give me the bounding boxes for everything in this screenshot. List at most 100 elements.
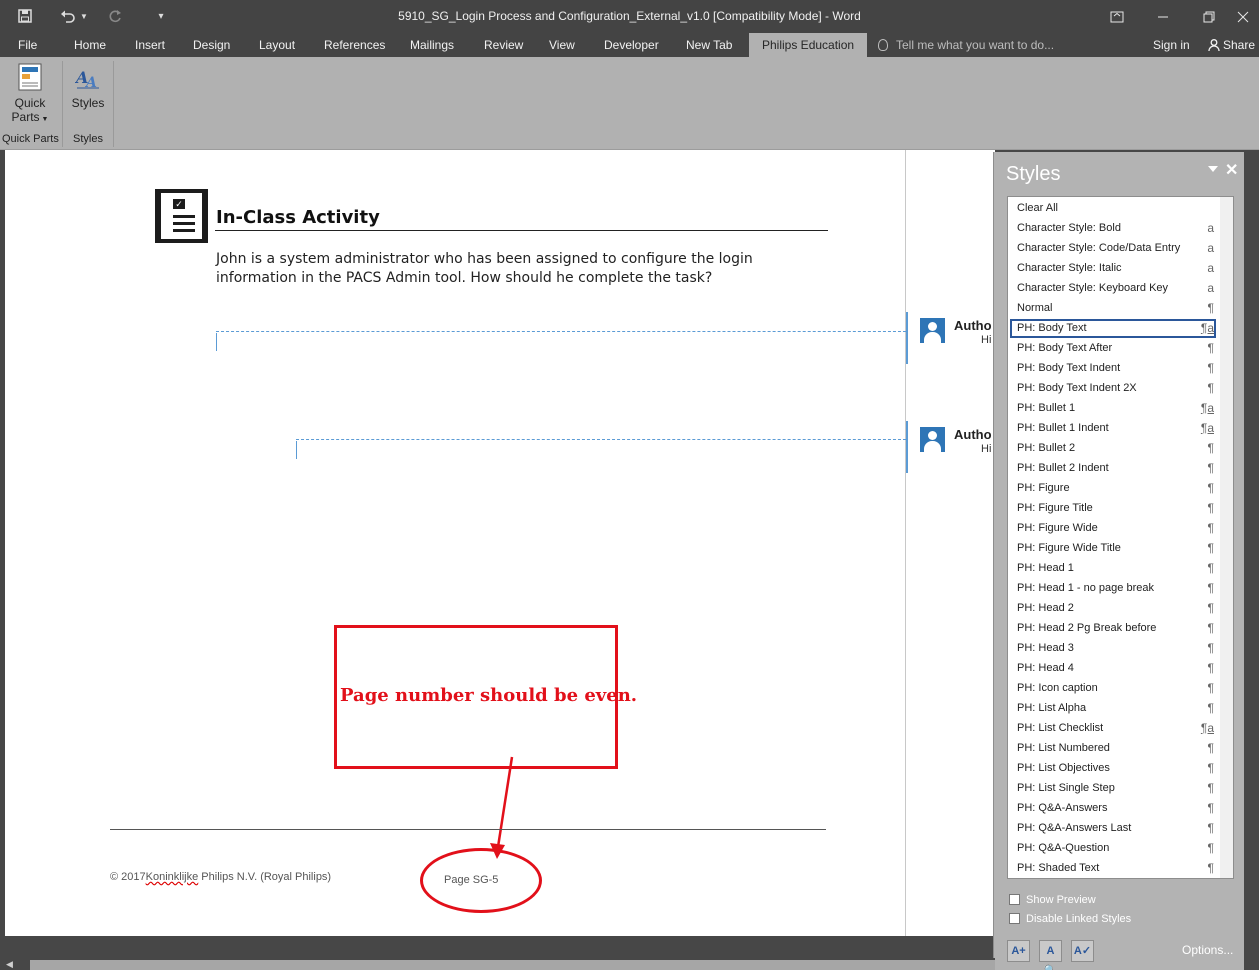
paragraph-style-icon: ¶ <box>1207 541 1214 555</box>
style-list-item[interactable]: PH: Q&A-Answers ¶ <box>1010 799 1216 818</box>
style-list-item[interactable]: Normal ¶ <box>1010 299 1216 318</box>
disable-linked-styles-checkbox[interactable]: Disable Linked Styles <box>1009 913 1131 925</box>
scroll-left-icon[interactable]: ◀ <box>6 959 13 970</box>
styles-options-link[interactable]: Options... <box>1182 943 1233 957</box>
style-inspector-icon[interactable]: A🔍 <box>1039 940 1062 970</box>
avatar-icon <box>920 318 945 343</box>
style-list-item[interactable]: PH: Body Text Indent 2X ¶ <box>1010 379 1216 398</box>
style-list-item[interactable]: Character Style: Code/Data Entry a <box>1010 239 1216 258</box>
style-list-item[interactable]: PH: Head 4 ¶ <box>1010 659 1216 678</box>
minimize-icon[interactable] <box>1140 0 1186 33</box>
share-button[interactable]: Share <box>1200 33 1259 57</box>
horizontal-scrollbar[interactable]: ◀ <box>0 958 995 970</box>
style-list-item[interactable]: PH: Q&A-Question ¶ <box>1010 839 1216 858</box>
paragraph-style-icon: ¶ <box>1207 441 1214 455</box>
style-list-item[interactable]: PH: Body Text ¶a <box>1010 319 1216 338</box>
tab-philips-education[interactable]: Philips Education <box>749 33 868 57</box>
style-name: PH: Q&A-Answers <box>1017 802 1108 814</box>
ribbon-tabs: File Home Insert Design Layout Reference… <box>0 33 1259 57</box>
style-list-item[interactable]: PH: Icon caption ¶ <box>1010 679 1216 698</box>
comment-balloon[interactable]: Autho Hi <box>906 421 995 473</box>
style-name: PH: Head 1 <box>1017 562 1074 574</box>
tab-insert[interactable]: Insert <box>127 33 173 57</box>
style-name: PH: Figure <box>1017 482 1070 494</box>
paragraph-style-icon: ¶ <box>1207 741 1214 755</box>
style-list-item[interactable]: PH: Bullet 2 Indent ¶ <box>1010 459 1216 478</box>
style-list-item[interactable]: PH: Body Text Indent ¶ <box>1010 359 1216 378</box>
show-preview-checkbox[interactable]: Show Preview <box>1009 894 1096 906</box>
style-list-item[interactable]: PH: Figure Wide ¶ <box>1010 519 1216 538</box>
ribbon: Quick Parts ▼ Quick Parts AA Styles Styl… <box>0 57 1259 150</box>
style-name: PH: Body Text After <box>1017 342 1113 354</box>
tab-view[interactable]: View <box>541 33 583 57</box>
style-list-item[interactable]: PH: Head 2 Pg Break before ¶ <box>1010 619 1216 638</box>
style-list-item[interactable]: PH: Bullet 1 ¶a <box>1010 399 1216 418</box>
style-name: PH: List Alpha <box>1017 702 1087 714</box>
scrollbar-thumb[interactable] <box>30 960 995 970</box>
quick-parts-icon <box>17 63 43 91</box>
style-list-item[interactable]: PH: Head 1 - no page break ¶ <box>1010 579 1216 598</box>
style-list-item[interactable]: PH: List Alpha ¶ <box>1010 699 1216 718</box>
spelling-error-word[interactable]: Koninklijke <box>146 871 199 883</box>
style-list[interactable]: Clear All Character Style: Bold a Character… <box>1007 196 1234 879</box>
tab-new-tab[interactable]: New Tab <box>678 33 740 57</box>
style-list-item[interactable]: PH: Figure Title ¶ <box>1010 499 1216 518</box>
tab-references[interactable]: References <box>316 33 393 57</box>
style-list-item[interactable]: PH: Head 2 ¶ <box>1010 599 1216 618</box>
style-name: PH: Head 2 Pg Break before <box>1017 622 1157 634</box>
style-list-item[interactable]: Clear All <box>1010 199 1216 218</box>
tab-developer[interactable]: Developer <box>596 33 667 57</box>
tab-home[interactable]: Home <box>66 33 114 57</box>
style-list-item[interactable]: PH: Shaded Text ¶ <box>1010 859 1216 878</box>
pane-options-chevron-icon[interactable] <box>1208 166 1218 172</box>
new-style-icon[interactable]: A+ <box>1007 940 1030 962</box>
style-list-item[interactable]: PH: Bullet 2 ¶ <box>1010 439 1216 458</box>
customize-toolbar-icon[interactable]: ▾ <box>150 6 172 26</box>
pane-close-icon[interactable]: ✕ <box>1225 160 1238 180</box>
style-list-item[interactable]: PH: Bullet 1 Indent ¶a <box>1010 419 1216 438</box>
paragraph-style-icon: ¶ <box>1207 501 1214 515</box>
redo-icon[interactable] <box>104 6 126 26</box>
close-icon[interactable] <box>1226 0 1259 33</box>
tab-layout[interactable]: Layout <box>251 33 303 57</box>
style-list-item[interactable]: PH: Body Text After ¶ <box>1010 339 1216 358</box>
style-list-item[interactable]: PH: List Single Step ¶ <box>1010 779 1216 798</box>
checkbox-icon <box>1009 894 1020 905</box>
style-list-item[interactable]: PH: Head 1 ¶ <box>1010 559 1216 578</box>
comment-anchor-marker <box>216 333 217 351</box>
style-list-item[interactable]: PH: List Objectives ¶ <box>1010 759 1216 778</box>
style-name: PH: Body Text Indent <box>1017 362 1121 374</box>
style-list-item[interactable]: Character Style: Keyboard Key a <box>1010 279 1216 298</box>
undo-dropdown-icon[interactable]: ▼ <box>78 6 90 26</box>
paragraph-style-icon: ¶ <box>1207 841 1214 855</box>
tab-file[interactable]: File <box>10 33 45 57</box>
styles-pane: Styles ✕ Clear All Character Style: Bold a… <box>993 152 1244 970</box>
style-list-item[interactable]: PH: Q&A-Answers Last ¶ <box>1010 819 1216 838</box>
style-list-item[interactable]: Character Style: Italic a <box>1010 259 1216 278</box>
style-list-item[interactable]: PH: Figure Wide Title ¶ <box>1010 539 1216 558</box>
paragraph-style-icon: ¶ <box>1207 461 1214 475</box>
share-label: Share <box>1223 38 1256 52</box>
style-list-scrollbar[interactable] <box>1220 197 1233 878</box>
styles-button[interactable]: AA Styles <box>70 63 106 110</box>
sign-in-link[interactable]: Sign in <box>1145 33 1198 57</box>
manage-styles-icon[interactable]: A✓ <box>1071 940 1094 962</box>
undo-icon[interactable] <box>57 6 79 26</box>
style-list-item[interactable]: PH: List Checklist ¶a <box>1010 719 1216 738</box>
save-icon[interactable] <box>14 6 36 26</box>
comment-text: Hi <box>981 334 992 346</box>
style-list-item[interactable]: PH: Head 3 ¶ <box>1010 639 1216 658</box>
style-name: PH: Q&A-Question <box>1017 842 1110 854</box>
comment-balloon[interactable]: Autho Hi <box>906 312 995 364</box>
style-list-item[interactable]: Character Style: Bold a <box>1010 219 1216 238</box>
tab-design[interactable]: Design <box>185 33 238 57</box>
style-list-item[interactable]: PH: List Numbered ¶ <box>1010 739 1216 758</box>
style-name: PH: List Checklist <box>1017 722 1104 734</box>
ribbon-display-options-icon[interactable] <box>1094 0 1140 33</box>
tab-review[interactable]: Review <box>476 33 531 57</box>
tab-mailings[interactable]: Mailings <box>402 33 462 57</box>
paragraph-style-icon: ¶ <box>1207 381 1214 395</box>
quick-parts-button[interactable]: Quick Parts ▼ <box>8 63 52 124</box>
style-list-item[interactable]: PH: Figure ¶ <box>1010 479 1216 498</box>
tell-me-search[interactable]: Tell me what you want to do... <box>878 33 1054 57</box>
